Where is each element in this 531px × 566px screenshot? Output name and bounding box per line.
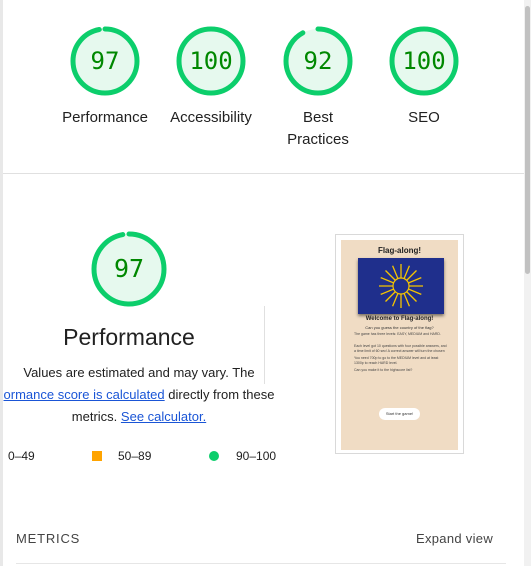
score-legend: 0–49 50–89 90–100 — [0, 448, 290, 468]
gauge-ring: 100 — [388, 25, 460, 97]
performance-score: 97 — [113, 254, 145, 283]
metrics-heading: METRICS — [16, 531, 81, 546]
gauge-label: SEO — [408, 109, 440, 126]
scrollbar[interactable] — [524, 0, 531, 566]
start-game-button: Start the game! — [379, 408, 420, 420]
rule-item: Can you make it to the highscore list? — [354, 368, 413, 372]
expand-view-button[interactable]: Expand view — [416, 531, 493, 546]
description-line-1: Values are estimated and may vary. The — [23, 365, 255, 380]
score-value: 92 — [303, 47, 333, 75]
screenshot-rules: The game has three levels: EASY, MEDIUM … — [354, 332, 449, 380]
divider — [264, 306, 265, 384]
screenshot-question: Can you guess the country of the flag? — [365, 325, 434, 330]
legend-average: 50–89 — [118, 449, 152, 463]
description-line-3: metrics. See calculator. — [0, 406, 278, 428]
performance-description: Values are estimated and may vary. The o… — [0, 362, 278, 428]
gauge-ring: 92 — [282, 25, 354, 97]
gauge-ring: 100 — [175, 25, 247, 97]
performance-title: Performance — [63, 324, 195, 350]
description-text: metrics. — [71, 409, 121, 424]
gauge-performance[interactable]: 97 Performance — [55, 25, 155, 129]
screenshot-title: Flag-along! — [377, 246, 422, 255]
description-line-2: ormance score is calculated directly fro… — [0, 384, 278, 406]
score-value: 97 — [90, 47, 120, 75]
pass-circle-icon — [209, 451, 219, 461]
see-calculator-link[interactable]: See calculator. — [121, 409, 206, 424]
score-value: 100 — [402, 47, 446, 75]
gauge-label: Performance — [62, 109, 148, 126]
score-calculation-link[interactable]: ormance score is calculated — [4, 387, 165, 402]
divider — [16, 563, 506, 564]
flag-image — [358, 258, 444, 314]
rule-item: The game has three levels: EASY, MEDIUM … — [354, 332, 441, 336]
screenshot-page: Flag-along! Welcome to Flag-along! Can y… — [341, 240, 458, 450]
legend-pass: 90–100 — [236, 449, 277, 463]
legend-fail: 0–49 — [8, 449, 35, 463]
score-value: 100 — [189, 47, 233, 75]
rule-item: You need 700p to go to the MEDIUM level … — [354, 356, 439, 365]
gauge-best-practices[interactable]: 92 Best Practices — [268, 25, 368, 151]
gauge-seo[interactable]: 100 SEO — [374, 25, 474, 129]
performance-gauge: 97 — [90, 230, 168, 308]
gauge-label: Accessibility — [170, 109, 252, 126]
final-screenshot[interactable]: Flag-along! Welcome to Flag-along! Can y… — [335, 234, 464, 454]
gauge-label: Best Practices — [287, 109, 349, 148]
screenshot-welcome: Welcome to Flag-along! — [365, 316, 434, 322]
average-square-icon — [92, 451, 102, 461]
gauge-ring: 97 — [69, 25, 141, 97]
rule-item: Each level got 10 questions with four po… — [354, 344, 447, 353]
scrollbar-thumb[interactable] — [525, 6, 530, 274]
gauge-accessibility[interactable]: 100 Accessibility — [161, 25, 261, 129]
description-text: directly from these — [164, 387, 275, 402]
scores-summary: 97 Performance 100 Accessibility 92 Best… — [3, 0, 524, 174]
